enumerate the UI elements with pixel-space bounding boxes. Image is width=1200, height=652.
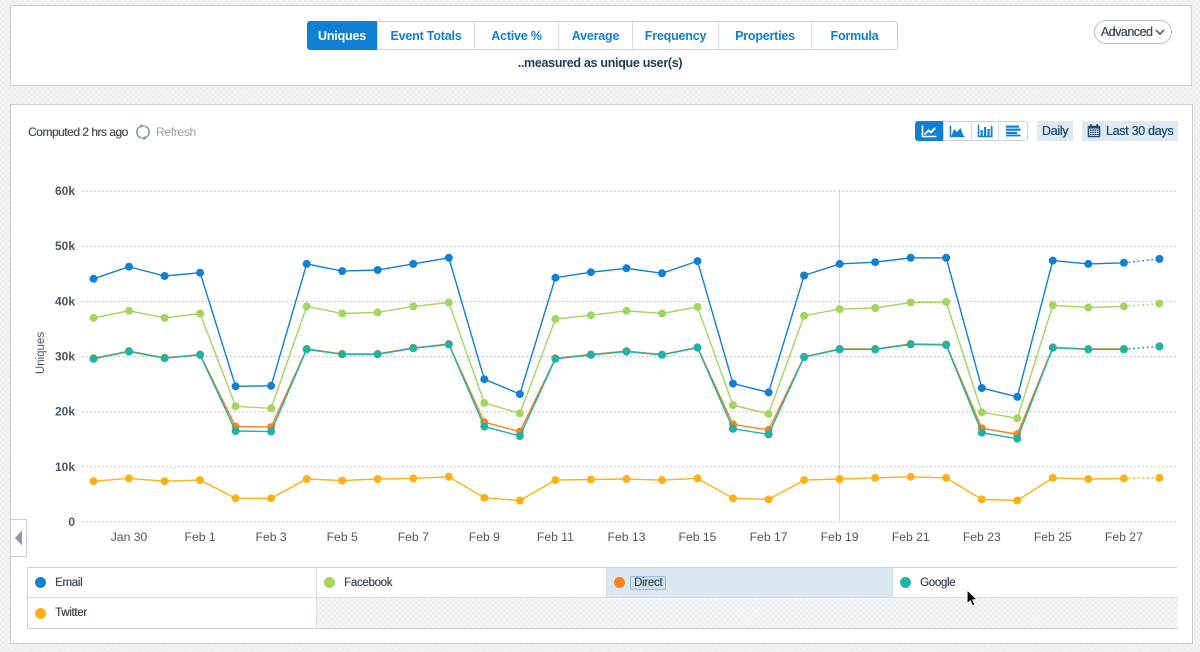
- svg-text:Feb 7: Feb 7: [398, 530, 429, 544]
- svg-text:Feb 17: Feb 17: [750, 530, 788, 544]
- svg-text:Feb 3: Feb 3: [256, 530, 287, 544]
- svg-text:50k: 50k: [55, 239, 75, 253]
- svg-text:0: 0: [68, 515, 75, 529]
- svg-text:Feb 21: Feb 21: [892, 530, 930, 544]
- svg-text:60k: 60k: [55, 184, 75, 198]
- svg-text:Feb 11: Feb 11: [537, 530, 574, 544]
- svg-text:10k: 10k: [55, 460, 75, 474]
- svg-text:Uniques: Uniques: [35, 332, 47, 374]
- svg-text:Feb 1: Feb 1: [185, 530, 216, 544]
- svg-text:Feb 15: Feb 15: [679, 530, 717, 544]
- svg-text:40k: 40k: [55, 294, 75, 308]
- svg-text:Feb 25: Feb 25: [1034, 530, 1072, 544]
- svg-text:Feb 27: Feb 27: [1105, 530, 1143, 544]
- svg-text:20k: 20k: [55, 405, 75, 419]
- svg-text:Feb 23: Feb 23: [963, 530, 1001, 544]
- svg-text:Feb 19: Feb 19: [821, 530, 859, 544]
- svg-text:30k: 30k: [55, 350, 75, 364]
- svg-text:Feb 9: Feb 9: [469, 530, 500, 544]
- svg-text:Jan 30: Jan 30: [111, 530, 148, 544]
- svg-text:Feb 5: Feb 5: [327, 530, 358, 544]
- svg-text:Feb 13: Feb 13: [608, 530, 646, 544]
